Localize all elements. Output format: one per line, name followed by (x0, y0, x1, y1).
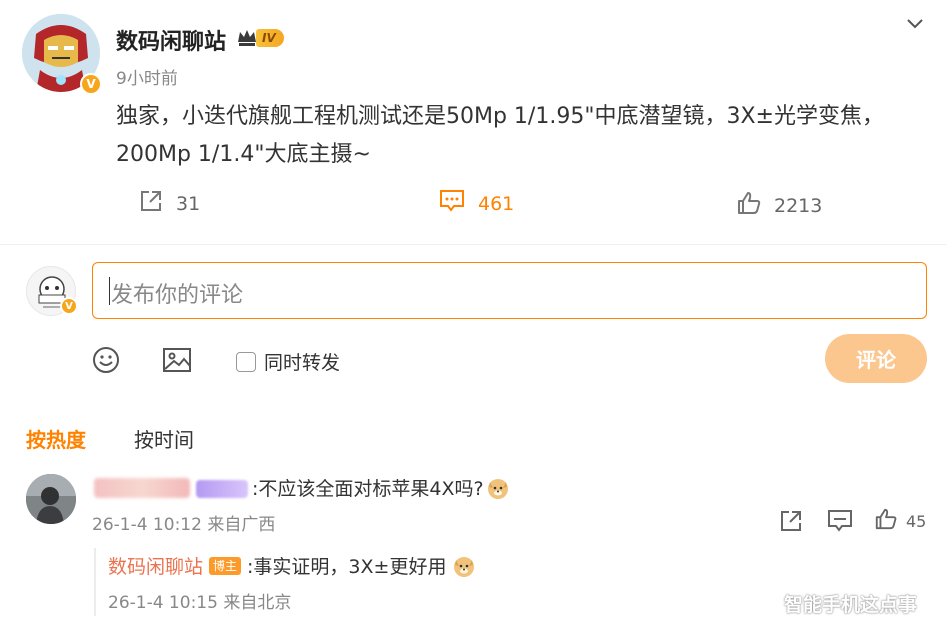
like-icon (736, 190, 762, 221)
comment-icon (438, 188, 466, 219)
comment-like-count: 45 (906, 511, 927, 531)
share-icon (138, 188, 164, 219)
divider (0, 244, 946, 245)
commenter-name-blurred[interactable] (94, 478, 190, 498)
crown-icon (236, 26, 258, 52)
doge-emoji-icon (487, 478, 508, 499)
person-photo-avatar-icon (26, 474, 76, 524)
comment-button[interactable]: 461 (438, 188, 514, 219)
post-time[interactable]: 9小时前 (116, 64, 178, 89)
share-button[interactable]: 31 (138, 188, 200, 219)
verified-mark: V (65, 300, 73, 312)
repost-label: 同时转发 (264, 352, 341, 374)
comment-meta: 26-1-4 10:12 来自广西 (92, 515, 276, 535)
emoji-icon[interactable] (92, 346, 120, 378)
comment-input[interactable]: 发布你的评论 (92, 262, 927, 319)
reply-username[interactable]: 数码闲聊站 (108, 552, 203, 579)
share-count: 31 (176, 192, 201, 215)
commenter-badge-blurred (196, 480, 248, 498)
comment-reply-icon[interactable] (826, 508, 854, 538)
tab-sort-hot[interactable]: 按热度 (26, 424, 86, 453)
commenter-avatar[interactable] (26, 474, 76, 524)
like-count: 2213 (774, 194, 823, 217)
reply-item: 数码闲聊站 博主 :事实证明，3X±更好用 (108, 552, 476, 579)
watermark: 智能手机这点事 (784, 594, 918, 616)
reply-indent-bar (94, 548, 96, 616)
level-badge[interactable]: IV (256, 29, 284, 47)
reply-meta: 26-1-4 10:15 来自北京 (108, 593, 292, 613)
comment-input-placeholder: 发布你的评论 (111, 283, 244, 308)
verified-badge: V (60, 297, 78, 315)
like-button[interactable]: 2213 (736, 190, 822, 221)
comment-body: :不应该全面对标苹果4X吗? (252, 478, 484, 500)
blogger-badge: 博主 (209, 556, 242, 575)
submit-comment-button[interactable]: 评论 (825, 334, 927, 383)
like-icon (874, 507, 898, 535)
tab-sort-time[interactable]: 按时间 (134, 424, 194, 453)
comment-share-icon[interactable] (778, 508, 804, 538)
collapse-chevron-icon[interactable] (904, 12, 926, 38)
comment-count: 461 (478, 192, 515, 215)
comment-text: :不应该全面对标苹果4X吗? (252, 474, 510, 501)
verified-badge: V (80, 73, 102, 95)
post-content: 独家，小迭代旗舰工程机测试还是50Mp 1/1.95"中底潜望镜，3X±光学变焦… (116, 98, 916, 174)
comment-like-button[interactable]: 45 (874, 507, 926, 535)
repost-checkbox[interactable]: 同时转发 (236, 348, 340, 375)
verified-mark: V (86, 77, 96, 91)
post-text-line: 独家，小迭代旗舰工程机测试还是50Mp 1/1.95"中底潜望镜，3X±光学变焦… (116, 104, 884, 129)
doge-emoji-icon (454, 556, 475, 577)
post-text-line: 200Mp 1/1.4"大底主摄~ (116, 142, 371, 167)
checkbox-box[interactable] (236, 351, 256, 372)
author-name[interactable]: 数码闲聊站 (116, 24, 226, 56)
image-icon[interactable] (162, 346, 192, 378)
reply-text: :事实证明，3X±更好用 (247, 556, 447, 578)
text-caret (109, 277, 110, 305)
